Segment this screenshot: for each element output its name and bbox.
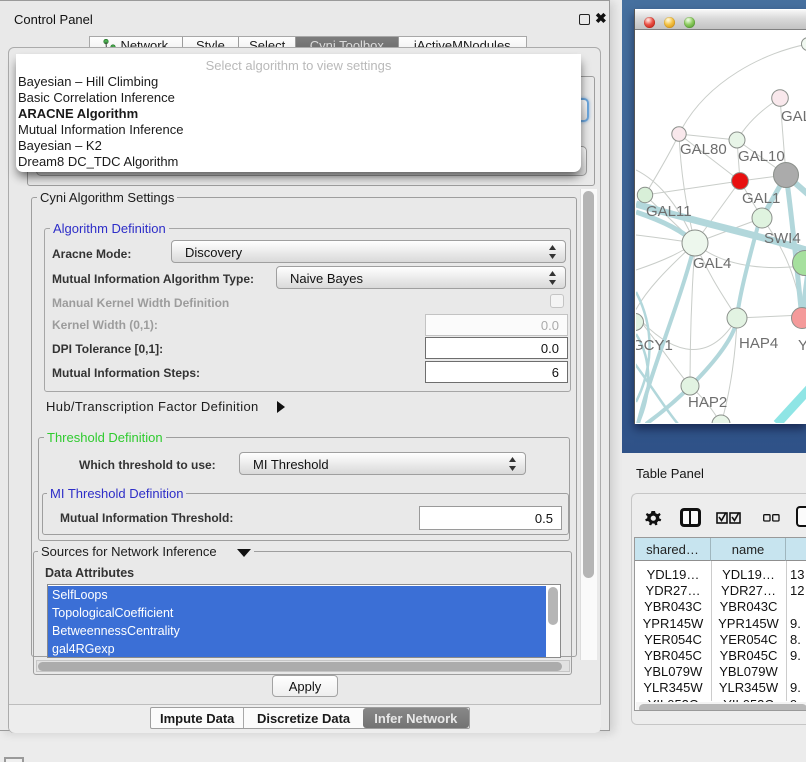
svg-text:SWI4: SWI4	[764, 230, 801, 247]
svg-text:HAP4: HAP4	[739, 335, 778, 352]
svg-text:GAL11: GAL11	[646, 203, 692, 220]
svg-text:GAL80: GAL80	[680, 141, 727, 158]
svg-text:GAL1: GAL1	[742, 190, 780, 207]
svg-text:GAL4: GAL4	[693, 255, 731, 272]
svg-text:YM: YM	[798, 337, 806, 354]
svg-text:GAL7: GAL7	[781, 108, 806, 125]
svg-text:GCY1: GCY1	[636, 337, 673, 354]
svg-text:HAP2: HAP2	[688, 394, 727, 411]
svg-text:GAL10: GAL10	[738, 148, 785, 165]
